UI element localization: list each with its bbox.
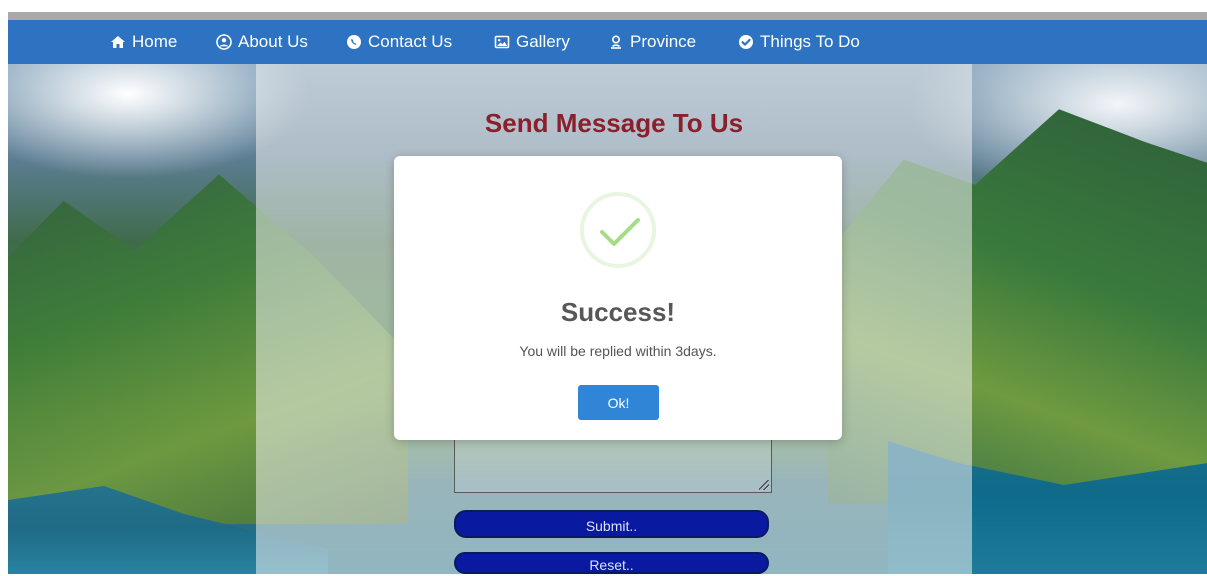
nav-label-home: Home [132, 32, 178, 51]
nav-item-about-us[interactable]: About Us [216, 32, 308, 52]
nav-label-things-to-do: Things To Do [760, 32, 860, 51]
submit-button[interactable]: Submit.. [454, 510, 769, 538]
nav-item-province[interactable]: Province [608, 32, 696, 52]
reset-button[interactable]: Reset.. [454, 552, 769, 574]
user-circle-icon [216, 34, 232, 50]
top-gray-bar [8, 12, 1207, 20]
textarea-resize-handle[interactable] [759, 480, 769, 490]
phone-icon [346, 34, 362, 50]
page-title: Send Message To Us [484, 108, 744, 138]
modal-title: Success! [560, 297, 676, 327]
check-circle-icon [738, 34, 754, 50]
nav-item-things-to-do[interactable]: Things To Do [738, 32, 860, 52]
nav-label-about-us: About Us [238, 32, 308, 51]
ok-button[interactable]: Ok! [578, 385, 659, 420]
nav-label-contact-us: Contact Us [368, 32, 453, 51]
map-pin-icon [608, 34, 624, 50]
success-modal: Success! You will be replied within 3day… [394, 156, 842, 440]
nav-label-province: Province [630, 32, 697, 51]
home-icon [110, 34, 126, 50]
navbar: Home About Us Contact Us Gallery Provinc… [8, 20, 1207, 64]
top-strip [0, 0, 1207, 20]
modal-message: You will be replied within 3days. [519, 343, 717, 359]
nav-item-contact-us[interactable]: Contact Us [346, 32, 452, 52]
success-check-icon [580, 192, 656, 268]
image-icon [494, 34, 510, 50]
nav-item-gallery[interactable]: Gallery [494, 32, 570, 52]
nav-label-gallery: Gallery [516, 32, 570, 51]
nav-item-home[interactable]: Home [110, 32, 177, 52]
